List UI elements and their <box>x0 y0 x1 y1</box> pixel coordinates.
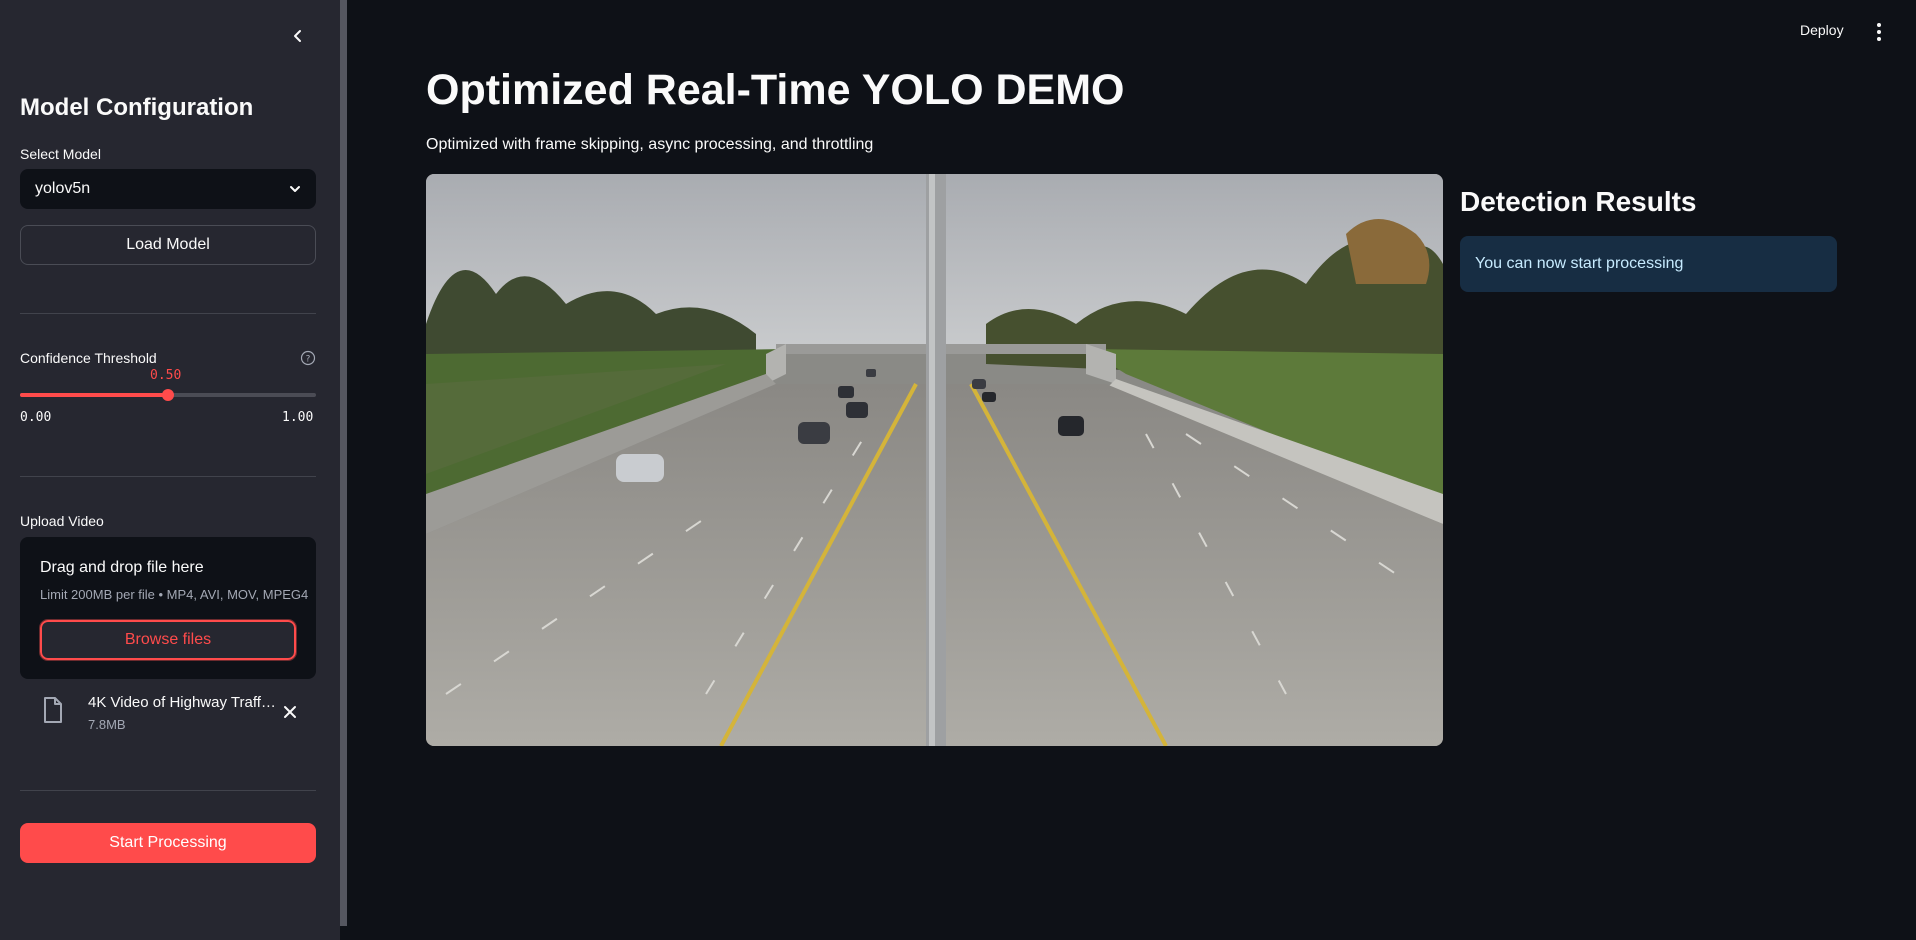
file-icon <box>44 697 62 723</box>
slider-value: 0.50 <box>150 368 182 383</box>
sidebar: Model Configuration Select Model yolov5n… <box>0 0 340 940</box>
chevron-left-icon <box>294 30 301 42</box>
file-size: 7.8MB <box>88 717 126 732</box>
sidebar-scrollbar[interactable] <box>340 0 347 926</box>
divider <box>20 476 316 477</box>
load-model-button[interactable]: Load Model <box>20 225 316 265</box>
deploy-button[interactable]: Deploy <box>1800 22 1844 38</box>
close-icon[interactable] <box>280 702 300 722</box>
more-options-icon[interactable] <box>1870 20 1888 44</box>
slider-max-label: 1.00 <box>282 410 314 425</box>
video-frame <box>426 174 1443 746</box>
start-processing-button[interactable]: Start Processing <box>20 823 316 863</box>
divider <box>20 790 316 791</box>
dropzone-limit-text: Limit 200MB per file • MP4, AVI, MOV, MP… <box>40 587 309 602</box>
dropzone-title: Drag and drop file here <box>40 559 204 576</box>
sidebar-title: Model Configuration <box>20 94 254 121</box>
page-title: Optimized Real-Time YOLO DEMO <box>426 66 1125 114</box>
info-alert: You can now start processing <box>1460 236 1837 292</box>
upload-video-label: Upload Video <box>20 513 104 529</box>
slider-min-label: 0.00 <box>20 410 52 425</box>
highway-video-image <box>426 174 1443 746</box>
confidence-threshold-label: Confidence Threshold <box>20 350 157 366</box>
browse-files-button[interactable]: Browse files <box>39 619 297 661</box>
slider-thumb[interactable] <box>162 389 174 401</box>
collapse-sidebar-button[interactable] <box>286 24 310 48</box>
slider-fill <box>20 393 168 397</box>
svg-text:?: ? <box>306 354 311 364</box>
model-select[interactable]: yolov5n <box>20 169 316 209</box>
detection-results-title: Detection Results <box>1460 186 1697 217</box>
file-dropzone[interactable]: Drag and drop file here Limit 200MB per … <box>20 537 316 679</box>
help-icon[interactable]: ? <box>300 350 316 366</box>
page-subtitle: Optimized with frame skipping, async pro… <box>426 136 874 153</box>
select-model-label: Select Model <box>20 146 101 162</box>
divider <box>20 313 316 314</box>
info-message: You can now start processing <box>1475 255 1684 272</box>
chevron-down-icon <box>290 186 300 192</box>
uploaded-file: 4K Video of Highway Traffic!.mp4 7.8MB <box>20 690 316 738</box>
model-select-value: yolov5n <box>35 180 91 197</box>
file-name: 4K Video of Highway Traffic!.mp4 <box>88 694 278 711</box>
